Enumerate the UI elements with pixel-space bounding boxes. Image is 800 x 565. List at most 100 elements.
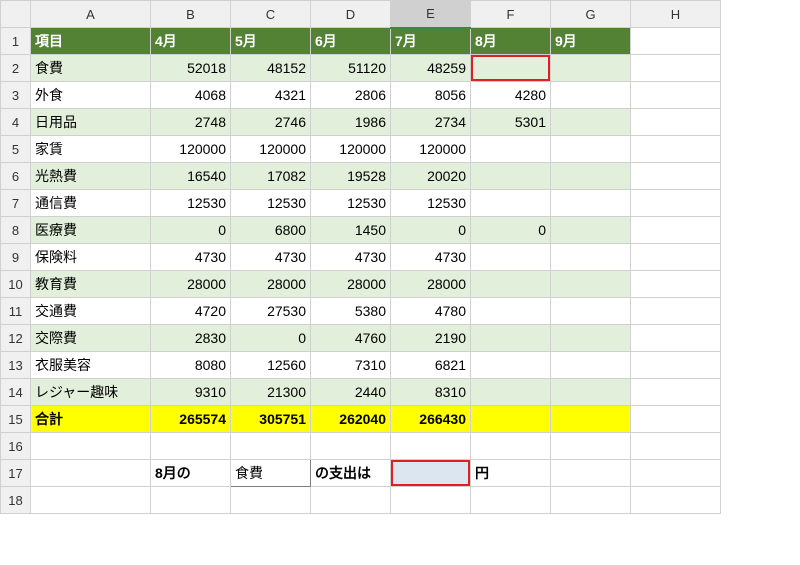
row-label[interactable]: 日用品: [31, 109, 151, 136]
cell[interactable]: [551, 460, 631, 487]
header-jul[interactable]: 7月: [391, 28, 471, 55]
cell[interactable]: [551, 487, 631, 514]
data-cell[interactable]: [551, 217, 631, 244]
data-cell[interactable]: 8310: [391, 379, 471, 406]
data-cell[interactable]: [551, 298, 631, 325]
cell[interactable]: [631, 406, 721, 433]
data-cell[interactable]: 17082: [231, 163, 311, 190]
data-cell[interactable]: [551, 325, 631, 352]
data-cell[interactable]: 120000: [231, 136, 311, 163]
row-header-16[interactable]: 16: [1, 433, 31, 460]
data-cell[interactable]: [551, 379, 631, 406]
row-label[interactable]: 食費: [31, 55, 151, 82]
data-cell[interactable]: 16540: [151, 163, 231, 190]
header-sep[interactable]: 9月: [551, 28, 631, 55]
col-header-E[interactable]: E: [391, 1, 471, 28]
data-cell[interactable]: 120000: [311, 136, 391, 163]
cell[interactable]: [631, 325, 721, 352]
data-cell[interactable]: 5301: [471, 109, 551, 136]
data-cell[interactable]: [551, 352, 631, 379]
result-cell[interactable]: [391, 460, 471, 487]
row-header-5[interactable]: 5: [1, 136, 31, 163]
data-cell[interactable]: 2748: [151, 109, 231, 136]
data-cell[interactable]: [551, 82, 631, 109]
total-jul[interactable]: 266430: [391, 406, 471, 433]
data-cell[interactable]: 8056: [391, 82, 471, 109]
data-cell[interactable]: 4760: [311, 325, 391, 352]
sentence-yen[interactable]: 円: [471, 460, 551, 487]
data-cell[interactable]: [471, 352, 551, 379]
cell[interactable]: [631, 28, 721, 55]
row-header-7[interactable]: 7: [1, 190, 31, 217]
data-cell[interactable]: 48259: [391, 55, 471, 82]
col-header-D[interactable]: D: [311, 1, 391, 28]
row-header-13[interactable]: 13: [1, 352, 31, 379]
data-cell[interactable]: 28000: [311, 271, 391, 298]
row-header-2[interactable]: 2: [1, 55, 31, 82]
cell[interactable]: [631, 298, 721, 325]
data-cell[interactable]: 4068: [151, 82, 231, 109]
data-cell[interactable]: 120000: [391, 136, 471, 163]
row-label[interactable]: レジャー趣味: [31, 379, 151, 406]
data-cell[interactable]: 0: [231, 325, 311, 352]
row-header-18[interactable]: 18: [1, 487, 31, 514]
col-header-G[interactable]: G: [551, 1, 631, 28]
data-cell[interactable]: 7310: [311, 352, 391, 379]
data-cell[interactable]: 48152: [231, 55, 311, 82]
data-cell[interactable]: 4730: [391, 244, 471, 271]
data-cell[interactable]: 120000: [151, 136, 231, 163]
data-cell[interactable]: 1986: [311, 109, 391, 136]
data-cell[interactable]: [471, 244, 551, 271]
row-label[interactable]: 家賃: [31, 136, 151, 163]
row-header-14[interactable]: 14: [1, 379, 31, 406]
data-cell[interactable]: 4730: [231, 244, 311, 271]
data-cell[interactable]: [551, 109, 631, 136]
data-cell[interactable]: 0: [151, 217, 231, 244]
row-header-10[interactable]: 10: [1, 271, 31, 298]
header-may[interactable]: 5月: [231, 28, 311, 55]
data-cell[interactable]: [551, 271, 631, 298]
col-header-B[interactable]: B: [151, 1, 231, 28]
cell[interactable]: [151, 487, 231, 514]
cell[interactable]: [631, 244, 721, 271]
col-header-A[interactable]: A: [31, 1, 151, 28]
data-cell[interactable]: [471, 298, 551, 325]
data-cell[interactable]: 12530: [151, 190, 231, 217]
cell[interactable]: [151, 433, 231, 460]
row-label[interactable]: 保険料: [31, 244, 151, 271]
data-cell[interactable]: 51120: [311, 55, 391, 82]
data-cell[interactable]: 4321: [231, 82, 311, 109]
data-cell[interactable]: 6821: [391, 352, 471, 379]
cell[interactable]: [231, 487, 311, 514]
header-jun[interactable]: 6月: [311, 28, 391, 55]
row-label[interactable]: 外食: [31, 82, 151, 109]
cell[interactable]: [631, 460, 721, 487]
row-header-1[interactable]: 1: [1, 28, 31, 55]
select-all-corner[interactable]: [1, 1, 31, 28]
row-label[interactable]: 教育費: [31, 271, 151, 298]
data-cell[interactable]: [471, 271, 551, 298]
header-apr[interactable]: 4月: [151, 28, 231, 55]
cell[interactable]: [391, 433, 471, 460]
cell[interactable]: [631, 136, 721, 163]
cell[interactable]: [631, 217, 721, 244]
data-cell[interactable]: 5380: [311, 298, 391, 325]
total-label[interactable]: 合計: [31, 406, 151, 433]
row-header-12[interactable]: 12: [1, 325, 31, 352]
data-cell[interactable]: 4730: [151, 244, 231, 271]
data-cell[interactable]: [471, 379, 551, 406]
data-cell[interactable]: 4730: [311, 244, 391, 271]
header-aug[interactable]: 8月: [471, 28, 551, 55]
cell[interactable]: [311, 487, 391, 514]
data-cell[interactable]: 12530: [391, 190, 471, 217]
cell[interactable]: [631, 487, 721, 514]
data-cell[interactable]: 12560: [231, 352, 311, 379]
category-input[interactable]: 食費: [231, 460, 311, 487]
data-cell[interactable]: [471, 136, 551, 163]
data-cell[interactable]: 0: [391, 217, 471, 244]
cell[interactable]: [631, 190, 721, 217]
data-cell[interactable]: 2830: [151, 325, 231, 352]
sentence-part-1[interactable]: 8月の: [151, 460, 231, 487]
total-aug[interactable]: [471, 406, 551, 433]
cell[interactable]: [631, 352, 721, 379]
